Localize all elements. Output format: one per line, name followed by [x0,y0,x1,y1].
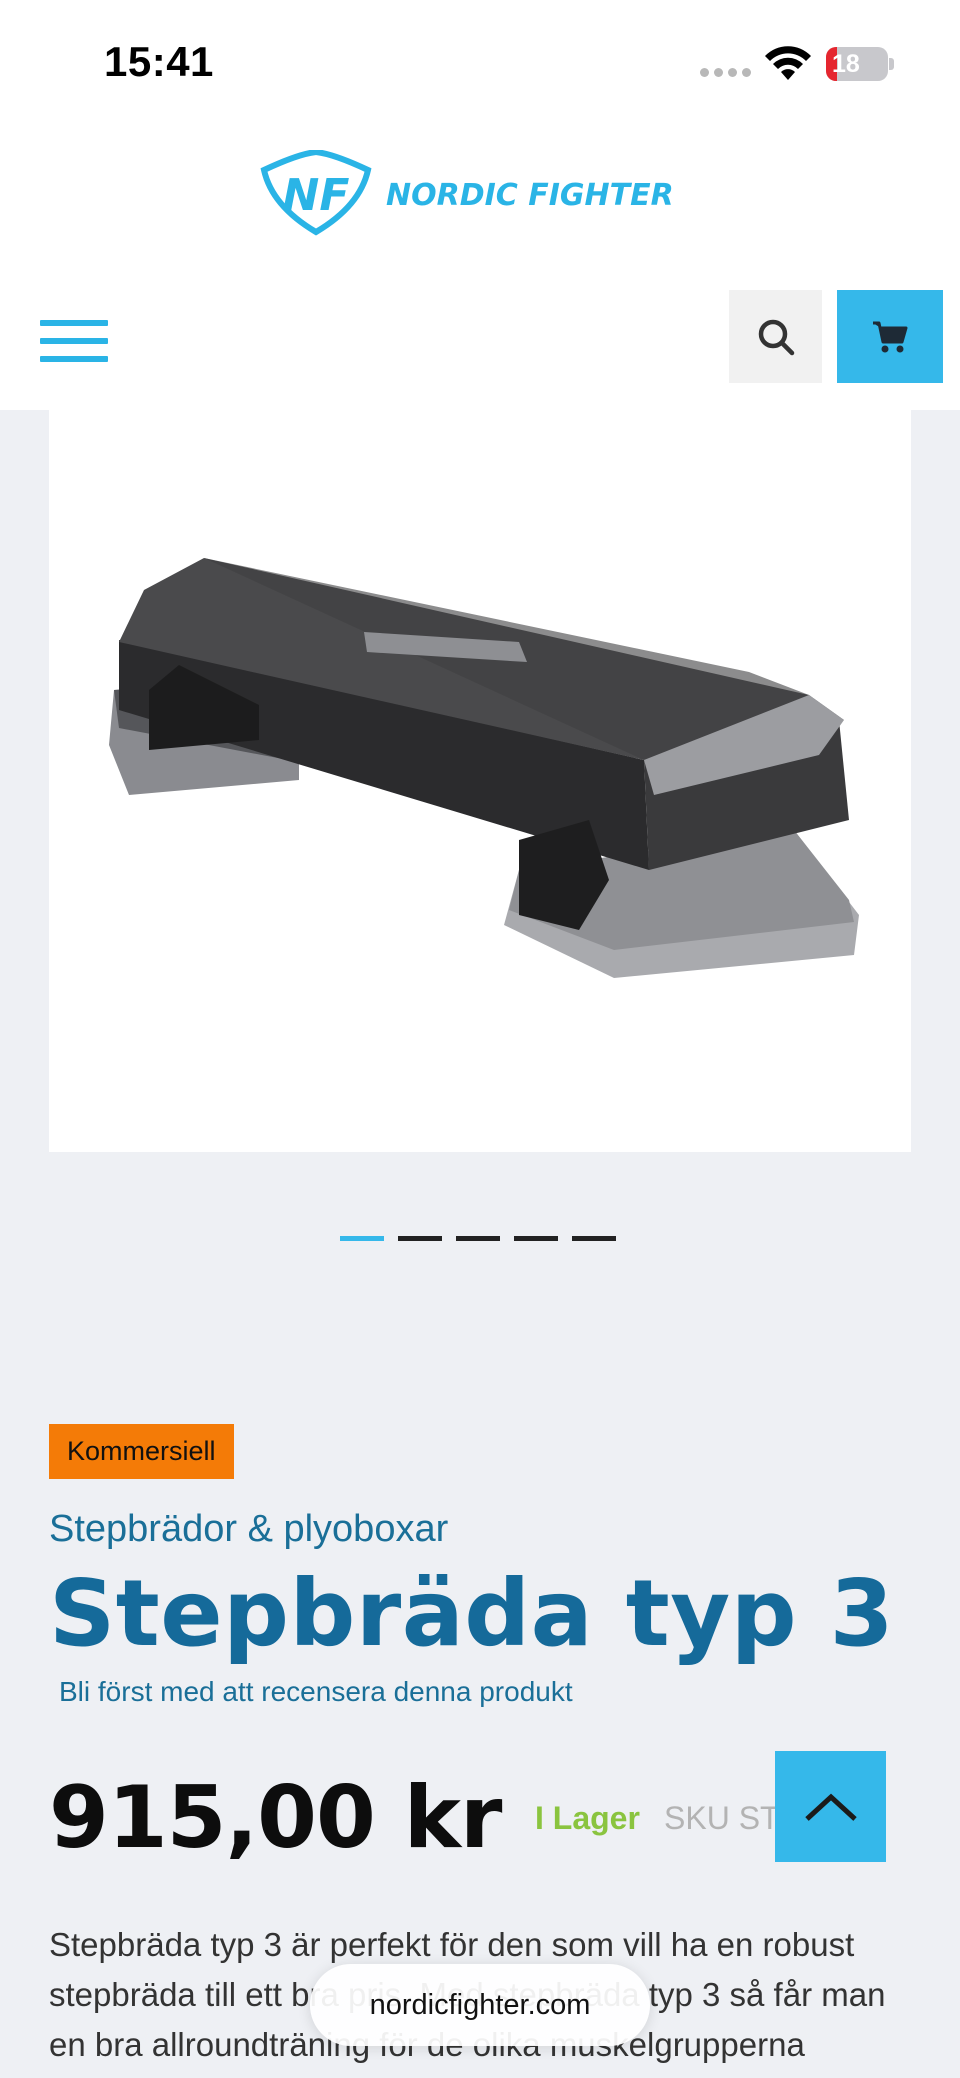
carousel-dot-1[interactable] [340,1236,384,1241]
wifi-icon [765,46,811,80]
category-link[interactable]: Stepbrädor & plyoboxar [49,1508,448,1551]
cellular-signal-icon [700,68,751,77]
logo-monogram: NF [283,170,350,221]
product-image[interactable] [49,410,911,1152]
search-button[interactable] [729,290,822,383]
scroll-to-top-button[interactable] [775,1751,886,1862]
nordic-fighter-logo[interactable]: NF NORDIC FIGHTER [258,150,698,236]
cart-icon [873,321,908,352]
product-price: 915,00 kr [49,1768,502,1868]
status-time: 15:41 [104,38,214,85]
step-platform-illustration [109,558,859,978]
write-review-link[interactable]: Bli först med att recensera denna produk… [59,1676,573,1708]
stock-status: I Lager [535,1800,640,1836]
product-title: Stepbräda typ 3 [49,1560,895,1667]
image-carousel-indicator [340,1236,616,1241]
carousel-dot-5[interactable] [572,1236,616,1241]
product-sku: SKU ST [664,1800,780,1836]
carousel-dot-2[interactable] [398,1236,442,1241]
nav-bar [0,290,960,410]
site-header: NF NORDIC FIGHTER [0,120,960,290]
chevron-up-icon [804,1793,857,1821]
carousel-dot-4[interactable] [514,1236,558,1241]
menu-button[interactable] [40,312,110,372]
logo-wordmark: NORDIC FIGHTER [386,178,674,213]
status-bar: 15:41 18 [0,0,960,120]
search-icon [758,319,794,355]
battery-icon: 18 [826,47,894,81]
battery-level: 18 [832,50,860,78]
product-badge: Kommersiell [49,1424,234,1479]
browser-url-bar[interactable]: nordicfighter.com [310,1964,650,2046]
carousel-dot-3[interactable] [456,1236,500,1241]
cart-button[interactable] [837,290,943,383]
